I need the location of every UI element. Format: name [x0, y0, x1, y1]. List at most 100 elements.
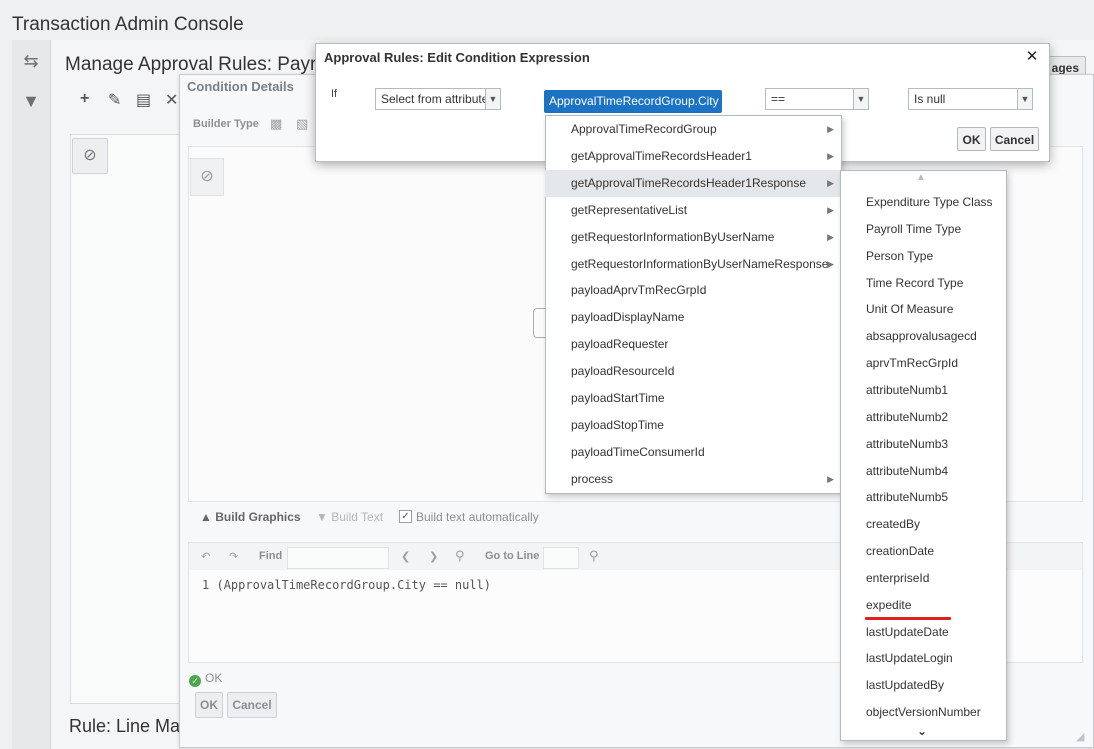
submenu-item[interactable]: creationDate: [866, 543, 934, 559]
submenu-item[interactable]: attributeNumb3: [866, 436, 948, 452]
collapse-panel-icon[interactable]: ▼: [16, 86, 46, 116]
collapse-up-icon: ▲: [200, 510, 212, 524]
canvas-compass-icon[interactable]: ⊘: [190, 158, 224, 196]
submenu-item[interactable]: aprvTmRecGrpId: [866, 355, 958, 371]
dialog-ok-button[interactable]: OK: [957, 127, 986, 151]
attribute-chip-label: ApprovalTimeRecordGroup.City: [549, 94, 719, 108]
submenu-item[interactable]: attributeNumb5: [866, 489, 948, 505]
attribute-menu-item[interactable]: payloadStartTime: [545, 385, 840, 412]
build-auto-checkbox[interactable]: ✓: [399, 510, 412, 523]
scroll-down-icon[interactable]: ⌄: [917, 724, 927, 738]
submenu-item[interactable]: Expenditure Type Class: [866, 194, 993, 210]
submenu-item[interactable]: lastUpdatedBy: [866, 677, 944, 693]
edit-pencil-icon[interactable]: ✎: [108, 90, 121, 110]
submenu-item[interactable]: Time Record Type: [866, 275, 963, 291]
submenu-item[interactable]: attributeNumb1: [866, 382, 948, 398]
search-icon[interactable]: ⚲: [455, 548, 465, 564]
goto-line-input[interactable]: [543, 547, 579, 569]
hierarchy-icon[interactable]: ▩: [270, 116, 282, 132]
dialog-title: Approval Rules: Edit Condition Expressio…: [324, 50, 590, 65]
submenu-item[interactable]: Unit Of Measure: [866, 301, 953, 317]
condition-ok-button[interactable]: OK: [195, 692, 223, 718]
goto-line-label: Go to Line: [485, 550, 540, 562]
if-label: If: [331, 88, 338, 100]
chevron-right-icon: ▶: [827, 473, 834, 484]
chevron-right-icon: ▶: [827, 204, 834, 215]
attribute-menu-item-label: getApprovalTimeRecordsHeader1Response: [571, 175, 807, 190]
delete-icon[interactable]: ✕: [165, 90, 178, 110]
line-number: 1: [202, 578, 210, 592]
submenu-item[interactable]: Payroll Time Type: [866, 221, 961, 237]
attribute-menu-item[interactable]: process ▶: [545, 466, 840, 493]
next-icon[interactable]: ❯: [429, 550, 438, 563]
status-text: OK: [205, 671, 223, 685]
condition-cancel-button[interactable]: Cancel: [227, 692, 277, 718]
scroll-up-icon[interactable]: ▲: [916, 172, 926, 183]
redo-icon[interactable]: ↷: [229, 550, 238, 563]
page-title: Manage Approval Rules: Payrol: [65, 54, 332, 75]
attribute-menu-item[interactable]: getApprovalTimeRecordsHeader1Response ▶: [545, 169, 840, 197]
attribute-menu-item[interactable]: payloadAprvTmRecGrpId: [545, 277, 840, 304]
attribute-menu-item-label: process: [571, 471, 614, 486]
copy-icon[interactable]: ▤: [136, 90, 151, 110]
chevron-right-icon: ▶: [827, 258, 834, 269]
prev-icon[interactable]: ❮: [401, 550, 410, 563]
attribute-menu-item-label: getRequestorInformationByUserNameRespons…: [571, 256, 829, 271]
swap-arrows-icon[interactable]: ⇆: [16, 46, 46, 76]
attribute-menu-item[interactable]: getApprovalTimeRecordsHeader1 ▶: [545, 143, 840, 170]
build-graphics-label: Build Graphics: [215, 510, 301, 524]
close-icon[interactable]: ✕: [1024, 47, 1040, 65]
undo-icon[interactable]: ↶: [201, 550, 210, 563]
build-text-button[interactable]: ▼ Build Text: [316, 510, 383, 524]
value-value: Is null: [914, 92, 946, 106]
app-title: Transaction Admin Console: [12, 14, 244, 35]
chevron-right-icon: ▶: [827, 177, 834, 188]
submenu-item[interactable]: expedite: [866, 597, 911, 613]
value-select[interactable]: Is null ▼: [908, 88, 1033, 110]
submenu-item[interactable]: lastUpdateDate: [866, 624, 949, 640]
submenu-item[interactable]: attributeNumb4: [866, 463, 948, 479]
submenu-item[interactable]: Person Type: [866, 248, 933, 264]
attribute-menu-item[interactable]: getRequestorInformationByUserNameRespons…: [545, 251, 840, 278]
submenu-item[interactable]: enterpriseId: [866, 570, 929, 586]
chevron-right-icon: ▶: [827, 124, 834, 134]
attribute-menu-item[interactable]: getRepresentativeList ▶: [545, 197, 840, 224]
attribute-menu-item[interactable]: getRequestorInformationByUserName ▶: [545, 224, 840, 251]
expand-down-icon: ▼: [316, 510, 328, 524]
attribute-dropdown-button[interactable]: ApprovalTimeRecordGroup.City ▼: [544, 90, 732, 113]
tree-icon[interactable]: ▧: [296, 116, 308, 132]
operator-select[interactable]: == ▼: [765, 88, 869, 110]
chevron-down-icon: ▼: [853, 89, 868, 109]
resize-grip-icon[interactable]: ◢: [1076, 730, 1088, 743]
chevron-down-icon: ▼: [485, 89, 500, 109]
attribute-menu-item-label: ApprovalTimeRecordGroup: [571, 122, 717, 136]
chevron-down-icon: ▼: [1017, 89, 1032, 109]
attribute-source-select[interactable]: Select from attribute ▼: [375, 88, 501, 110]
goto-search-icon[interactable]: ⚲: [589, 548, 599, 564]
rule-line-label: Rule: Line Ma: [69, 716, 181, 736]
validation-status: ✓ OK: [189, 671, 222, 687]
submenu-item[interactable]: absapprovalusagecd: [866, 328, 977, 344]
attribute-menu-item[interactable]: payloadTimeConsumerId: [545, 439, 840, 466]
compass-icon[interactable]: ⊘: [72, 138, 108, 174]
build-graphics-button[interactable]: ▲ Build Graphics: [200, 510, 301, 524]
submenu-item[interactable]: createdBy: [866, 516, 920, 532]
attribute-menu-item[interactable]: payloadStopTime: [545, 412, 840, 439]
rule-list-panel: [70, 134, 180, 704]
attribute-menu-item[interactable]: payloadRequester: [545, 331, 840, 358]
dialog-cancel-button[interactable]: Cancel: [990, 127, 1039, 151]
attribute-menu-item[interactable]: payloadResourceId: [545, 358, 840, 385]
chevron-right-icon: ▶: [827, 231, 834, 242]
find-input[interactable]: [287, 547, 389, 569]
red-underline-annotation: [865, 617, 951, 620]
submenu-item[interactable]: objectVersionNumber: [866, 704, 981, 720]
attribute-menu-item-label: payloadTimeConsumerId: [571, 444, 705, 459]
submenu-item[interactable]: attributeNumb2: [866, 409, 948, 425]
attribute-menu-item[interactable]: payloadDisplayName: [545, 304, 840, 331]
add-icon[interactable]: +: [80, 90, 89, 108]
find-label: Find: [259, 550, 283, 562]
attribute-menu-item-label: payloadRequester: [571, 337, 669, 352]
submenu-item[interactable]: lastUpdateLogin: [866, 650, 953, 666]
attribute-source-value: Select from attribute: [381, 92, 489, 106]
attribute-menu-item[interactable]: ApprovalTimeRecordGroup ▶: [545, 116, 840, 143]
